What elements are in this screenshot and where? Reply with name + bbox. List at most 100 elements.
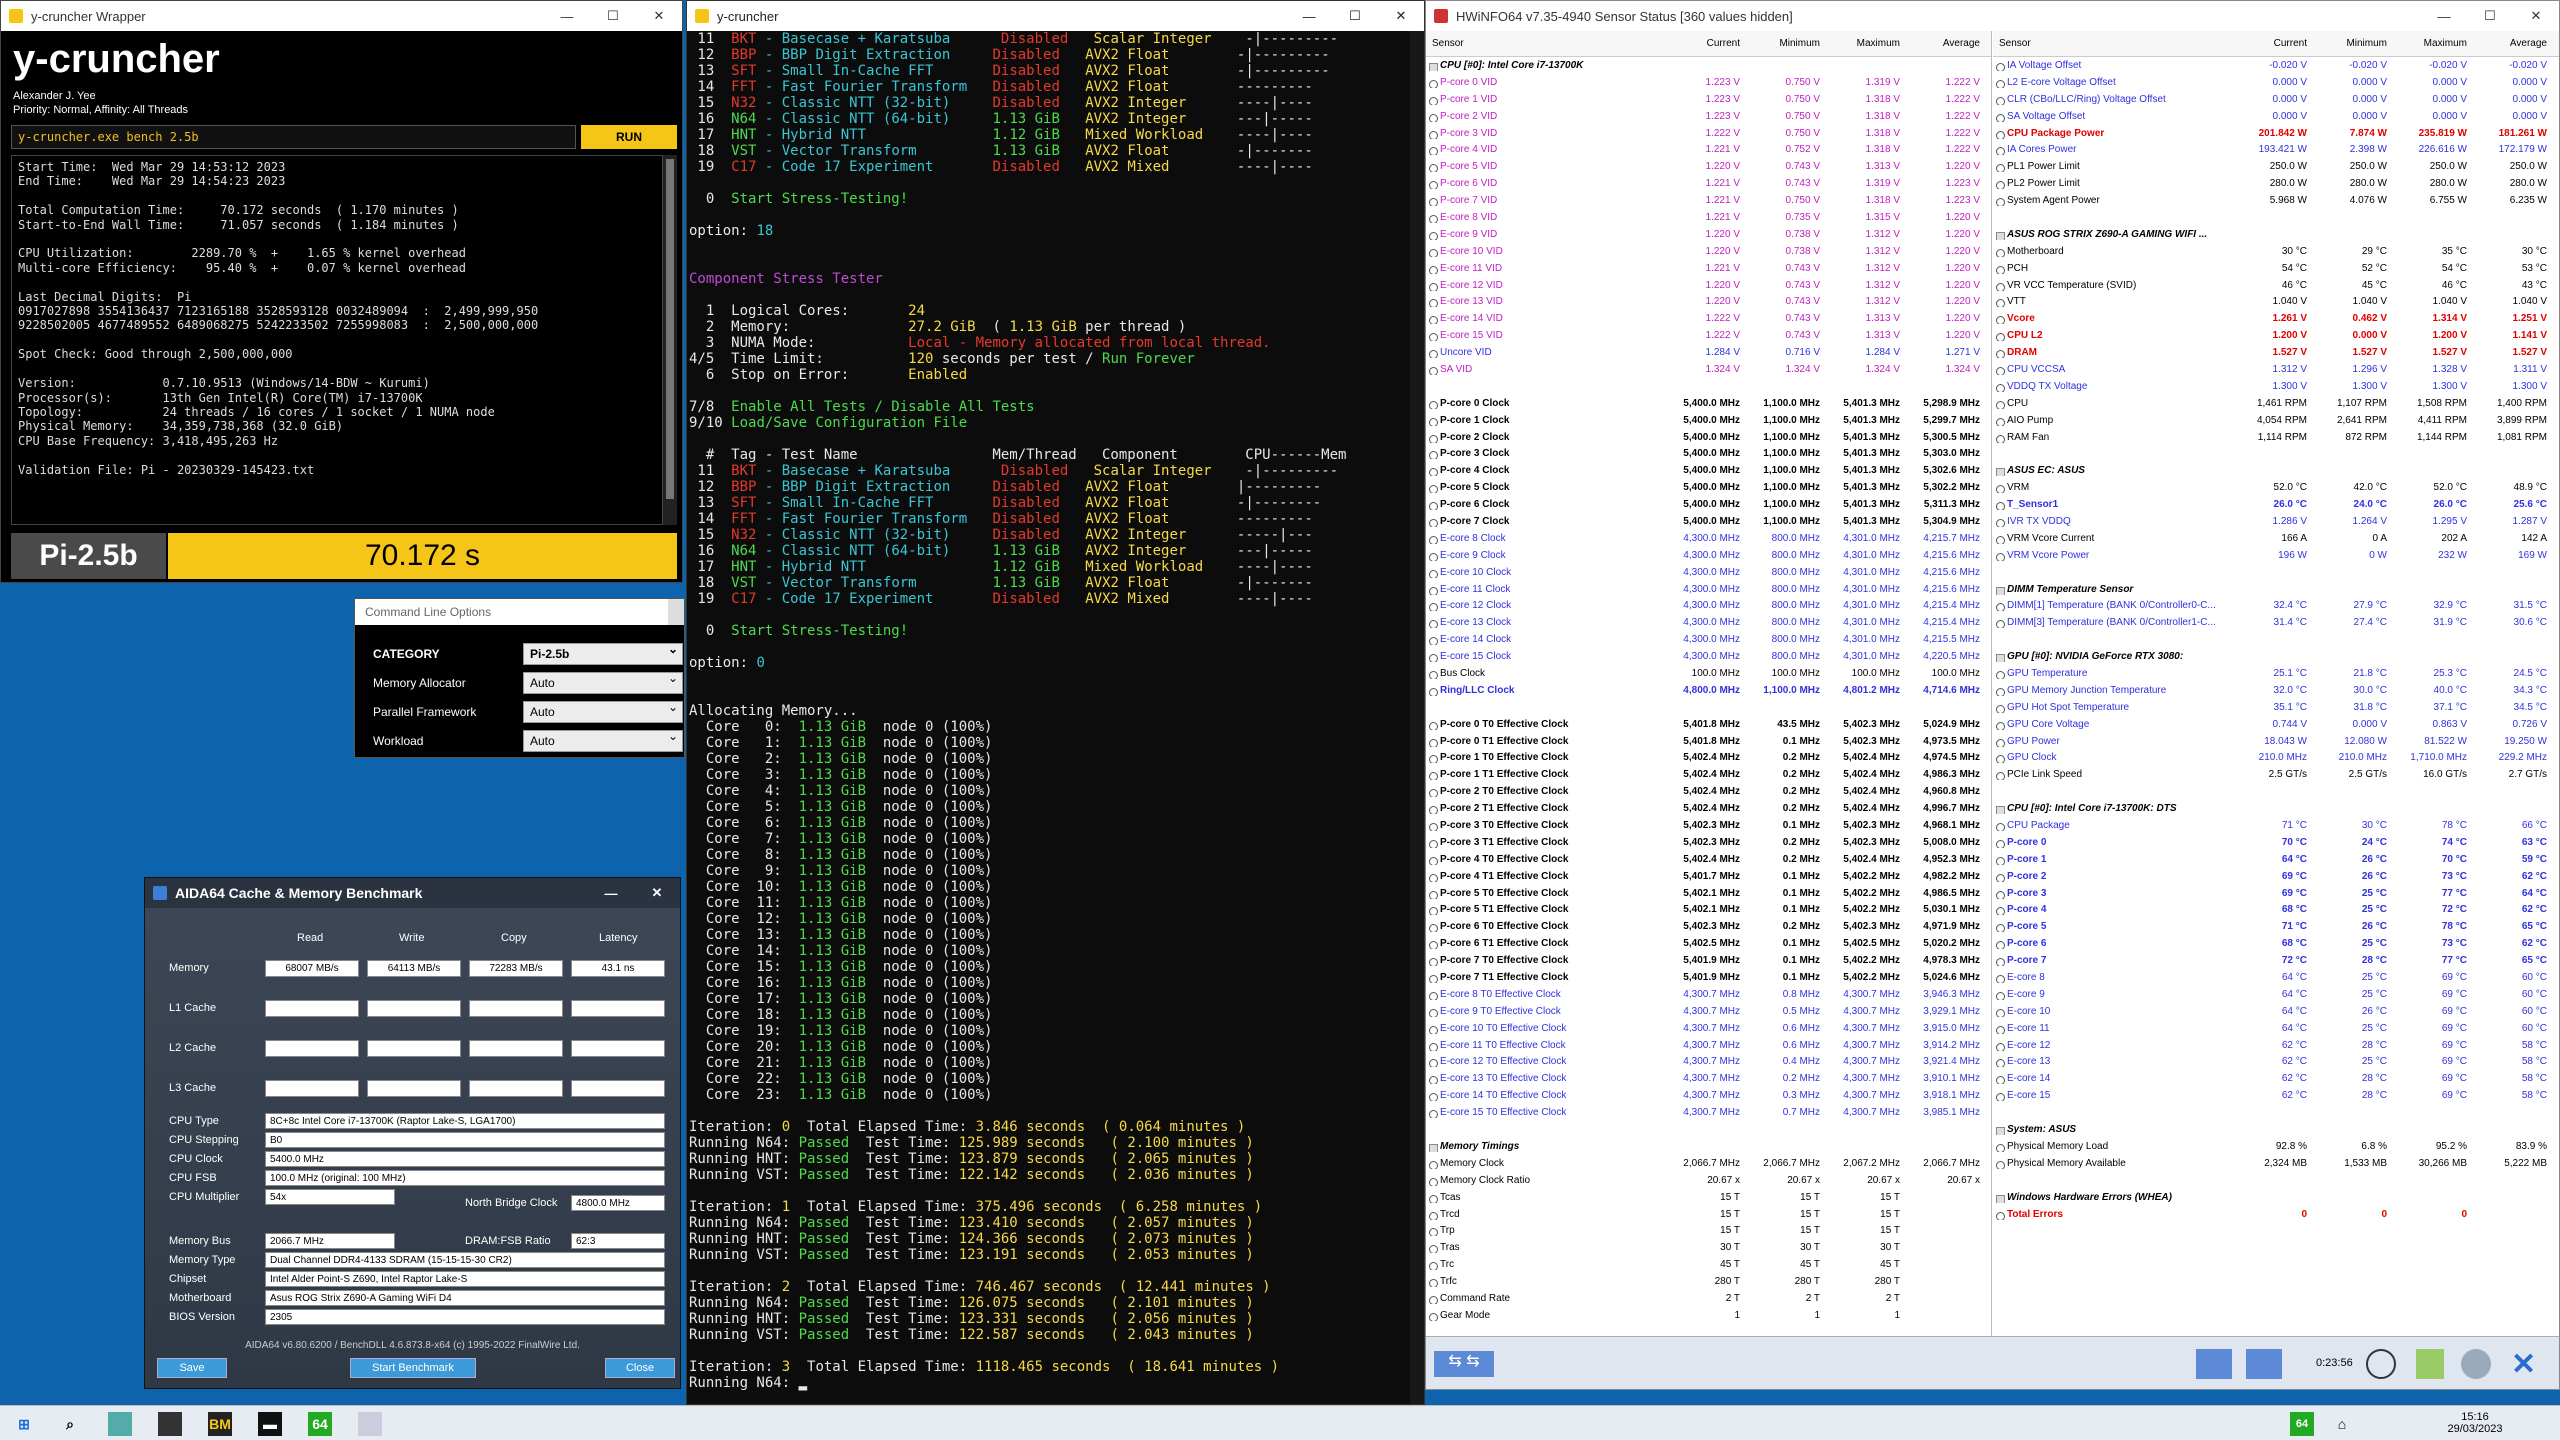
- sensor-row[interactable]: P-core 2 T1 Effective Clock 5,402.4 MHz 0.…: [1426, 800, 1991, 817]
- sensor-row[interactable]: CLR (CBo/LLC/Ring) Voltage Offset 0.000 V…: [1993, 91, 2559, 108]
- sensor-row[interactable]: CPU Package 71 °C 30 °C 78 °C 66 °C: [1993, 817, 2559, 834]
- sensor-row[interactable]: E-core 9 Clock 4,300.0 MHz 800.0 MHz 4,301.…: [1426, 547, 1991, 564]
- app-taskbar-icon[interactable]: [108, 1412, 132, 1436]
- sensor-group[interactable]: ASUS EC: ASUS: [1993, 462, 2559, 479]
- sensor-row[interactable]: Trfc 280 T 280 T 280 T: [1426, 1273, 1991, 1290]
- category-select[interactable]: Pi-2.5b: [523, 642, 683, 665]
- sensor-row[interactable]: VRM Vcore Power 196 W0 W 232 W 169 W: [1993, 547, 2559, 564]
- sensor-row[interactable]: E-core 13 VID 1.220 V 0.743 V 1.312 V 1.220 …: [1426, 293, 1991, 310]
- minimize-button[interactable]: —: [1286, 1, 1332, 31]
- sensor-row[interactable]: P-core 1 64 °C 26 °C 70 °C 59 °C: [1993, 851, 2559, 868]
- sensor-group[interactable]: CPU [#0]: Intel Core i7-13700K: [1426, 57, 1991, 74]
- sensor-row[interactable]: SA VID 1.324 V 1.324 V 1.324 V 1.324 V: [1426, 361, 1991, 378]
- sensor-row[interactable]: Command Rate 2 T2 T2 T: [1426, 1290, 1991, 1307]
- console-scrollbar[interactable]: [1410, 31, 1424, 1404]
- sensor-row[interactable]: AIO Pump 4,054 RPM 2,641 RPM 4,411 RPM 3,899…: [1993, 412, 2559, 429]
- sensor-row[interactable]: P-core 3 VID 1.222 V 0.750 V 1.318 V 1.222 V: [1426, 125, 1991, 142]
- sensor-row[interactable]: P-core 5 T1 Effective Clock 5,402.1 MHz 0.…: [1426, 902, 1991, 919]
- sensor-row[interactable]: P-core 6 68 °C 25 °C 73 °C 62 °C: [1993, 935, 2559, 952]
- start-icon[interactable]: ⊞: [12, 1412, 36, 1436]
- sensor-row[interactable]: P-core 3 69 °C 25 °C 77 °C 64 °C: [1993, 885, 2559, 902]
- sensor-row[interactable]: E-core 10 T0 Effective Clock 4,300.7 MHz 0…: [1426, 1020, 1991, 1037]
- sensor-row[interactable]: Uncore VID 1.284 V 0.716 V 1.284 V 1.271 V: [1426, 344, 1991, 361]
- sensor-row[interactable]: E-core 11 64 °C 25 °C 69 °C 60 °C: [1993, 1020, 2559, 1037]
- sensor-row[interactable]: E-core 8 VID 1.221 V 0.735 V 1.315 V 1.220 V: [1426, 209, 1991, 226]
- maximize-button[interactable]: ☐: [590, 1, 636, 31]
- sensor-row[interactable]: E-core 10 64 °C 26 °C 69 °C 60 °C: [1993, 1003, 2559, 1020]
- sensor-row[interactable]: P-core 7 Clock 5,400.0 MHz 1,100.0 MHz 5,40…: [1426, 513, 1991, 530]
- sensor-row[interactable]: P-core 7 VID 1.221 V 0.750 V 1.318 V 1.223 V: [1426, 192, 1991, 209]
- report-icon[interactable]: [2416, 1349, 2444, 1379]
- sensor-group[interactable]: ASUS ROG STRIX Z690-A GAMING WIFI ...: [1993, 226, 2559, 243]
- title-bar[interactable]: y-cruncher — ☐ ✕: [687, 1, 1424, 31]
- settings-icon[interactable]: [2461, 1349, 2491, 1379]
- sensor-row[interactable]: VTT 1.040 V 1.040 V 1.040 V 1.040 V: [1993, 293, 2559, 310]
- terminal-taskbar-icon[interactable]: ▬: [258, 1412, 282, 1436]
- sensor-row[interactable]: CPU Package Power 201.842 W 7.874 W 235.819…: [1993, 125, 2559, 142]
- sensor-row[interactable]: P-core 4 68 °C 25 °C 72 °C 62 °C: [1993, 902, 2559, 919]
- sensor-row[interactable]: L2 E-core Voltage Offset 0.000 V 0.000 V 0.…: [1993, 74, 2559, 91]
- sensor-row[interactable]: E-core 9 64 °C 25 °C 69 °C 60 °C: [1993, 986, 2559, 1003]
- sensor-row[interactable]: E-core 14 62 °C 28 °C 69 °C 58 °C: [1993, 1070, 2559, 1087]
- sensor-row[interactable]: E-core 11 T0 Effective Clock 4,300.7 MHz 0…: [1426, 1037, 1991, 1054]
- sensor-row[interactable]: E-core 11 VID 1.221 V 0.743 V 1.312 V 1.220 …: [1426, 260, 1991, 277]
- sensor-row[interactable]: P-core 2 Clock 5,400.0 MHz 1,100.0 MHz 5,40…: [1426, 429, 1991, 446]
- sensor-row[interactable]: VR VCC Temperature (SVID) 46 °C 45 °C 46 °C…: [1993, 277, 2559, 294]
- sensor-row[interactable]: P-core 7 T0 Effective Clock 5,401.9 MHz 0.…: [1426, 952, 1991, 969]
- sensor-row[interactable]: P-core 5 Clock 5,400.0 MHz 1,100.0 MHz 5,40…: [1426, 479, 1991, 496]
- sensor-group[interactable]: DIMM Temperature Sensor: [1993, 581, 2559, 598]
- sensor-row[interactable]: E-core 10 Clock 4,300.0 MHz 800.0 MHz 4,301…: [1426, 564, 1991, 581]
- sensor-row[interactable]: Ring/LLC Clock 4,800.0 MHz 1,100.0 MHz 4,80…: [1426, 682, 1991, 699]
- sensor-row[interactable]: Gear Mode 1 1 1: [1426, 1307, 1991, 1324]
- sensor-row[interactable]: E-core 8 Clock 4,300.0 MHz 800.0 MHz 4,301.…: [1426, 530, 1991, 547]
- sensor-row[interactable]: P-core 0 T0 Effective Clock 5,401.8 MHz 43…: [1426, 716, 1991, 733]
- sensor-row[interactable]: CPU 1,461 RPM 1,107 RPM 1,508 RPM 1,400 RPM: [1993, 395, 2559, 412]
- sensor-row[interactable]: P-core 0 VID 1.223 V 0.750 V 1.319 V 1.222 V: [1426, 74, 1991, 91]
- minimize-button[interactable]: —: [544, 1, 590, 31]
- sensor-row[interactable]: E-core 12 VID 1.220 V 0.743 V 1.312 V 1.220 …: [1426, 277, 1991, 294]
- nav-arrows-icon[interactable]: ⇆ ⇆: [1434, 1351, 1494, 1377]
- sensor-row[interactable]: P-core 2 T0 Effective Clock 5,402.4 MHz 0.…: [1426, 783, 1991, 800]
- sensor-row[interactable]: P-core 4 VID 1.221 V 0.752 V 1.318 V 1.222 V: [1426, 141, 1991, 158]
- sensor-row[interactable]: E-core 15 Clock 4,300.0 MHz 800.0 MHz 4,301…: [1426, 648, 1991, 665]
- close-button[interactable]: ✕: [636, 1, 682, 31]
- sensor-row[interactable]: SA Voltage Offset 0.000 V 0.000 V 0.000 V 0.…: [1993, 108, 2559, 125]
- sensor-row[interactable]: Physical Memory Available 2,324 MB 1,533 M…: [1993, 1155, 2559, 1172]
- sensor-row[interactable]: P-core 3 T0 Effective Clock 5,402.3 MHz 0.…: [1426, 817, 1991, 834]
- sensor-header[interactable]: Sensor Current Minimum Maximum Average: [1426, 31, 1991, 57]
- close-button[interactable]: ✕: [1378, 1, 1424, 31]
- sensor-row[interactable]: P-core 2 VID 1.223 V 0.750 V 1.318 V 1.222 V: [1426, 108, 1991, 125]
- sensor-row[interactable]: IA Cores Power 193.421 W 2.398 W 226.616 W1…: [1993, 141, 2559, 158]
- clock[interactable]: 15:16 29/03/2023: [2440, 1411, 2510, 1435]
- sensor-row[interactable]: DRAM 1.527 V 1.527 V 1.527 V 1.527 V: [1993, 344, 2559, 361]
- sensor-row[interactable]: P-core 6 T0 Effective Clock 5,402.3 MHz 0.…: [1426, 918, 1991, 935]
- sensor-row[interactable]: P-core 5 T0 Effective Clock 5,402.1 MHz 0.…: [1426, 885, 1991, 902]
- close-button-bottom[interactable]: Close: [605, 1358, 675, 1378]
- sensor-row[interactable]: E-core 13 Clock 4,300.0 MHz 800.0 MHz 4,301…: [1426, 614, 1991, 631]
- title-bar[interactable]: y-cruncher Wrapper — ☐ ✕: [1, 1, 682, 31]
- sensor-row[interactable]: E-core 12 T0 Effective Clock 4,300.7 MHz 0…: [1426, 1054, 1991, 1071]
- aida-tray-icon[interactable]: 64: [2290, 1412, 2314, 1436]
- sensor-row[interactable]: P-core 4 T1 Effective Clock 5,401.7 MHz 0.…: [1426, 868, 1991, 885]
- sensor-row[interactable]: P-core 5 VID 1.220 V 0.743 V 1.313 V 1.220 V: [1426, 158, 1991, 175]
- sensor-row[interactable]: P-core 7 T1 Effective Clock 5,401.9 MHz 0.…: [1426, 969, 1991, 986]
- sensor-row[interactable]: PCH 54 °C 52 °C 54 °C 53 °C: [1993, 260, 2559, 277]
- network2-icon[interactable]: [2246, 1349, 2282, 1379]
- bm-taskbar-icon[interactable]: BM: [208, 1412, 232, 1436]
- sensor-row[interactable]: Tcas 15 T 15 T 15 T: [1426, 1189, 1991, 1206]
- sensor-row[interactable]: Memory Clock 2,066.7 MHz 2,066.7 MHz 2,067.…: [1426, 1155, 1991, 1172]
- sensor-row[interactable]: RAM Fan 1,114 RPM 872 RPM 1,144 RPM 1,081 RP…: [1993, 429, 2559, 446]
- sensor-row[interactable]: P-core 1 T0 Effective Clock 5,402.4 MHz 0.…: [1426, 750, 1991, 767]
- sensor-row[interactable]: E-core 9 T0 Effective Clock 4,300.7 MHz 0.…: [1426, 1003, 1991, 1020]
- sensor-row[interactable]: Trcd 15 T 15 T 15 T: [1426, 1206, 1991, 1223]
- close-button[interactable]: ✕: [634, 878, 680, 908]
- hwinfo-taskbar-icon[interactable]: [158, 1412, 182, 1436]
- sensor-row[interactable]: P-core 0 70 °C 24 °C 74 °C 63 °C: [1993, 834, 2559, 851]
- sensor-row[interactable]: E-core 13 T0 Effective Clock 4,300.7 MHz 0…: [1426, 1070, 1991, 1087]
- minimize-button[interactable]: —: [2421, 1, 2467, 31]
- sensor-row[interactable]: E-core 9 VID 1.220 V 0.738 V 1.312 V 1.220 V: [1426, 226, 1991, 243]
- clock-icon[interactable]: [2366, 1349, 2396, 1379]
- sensor-group[interactable]: System: ASUS: [1993, 1121, 2559, 1138]
- sensor-row[interactable]: E-core 15 62 °C 28 °C 69 °C 58 °C: [1993, 1087, 2559, 1104]
- sensor-row[interactable]: E-core 14 Clock 4,300.0 MHz 800.0 MHz 4,301…: [1426, 631, 1991, 648]
